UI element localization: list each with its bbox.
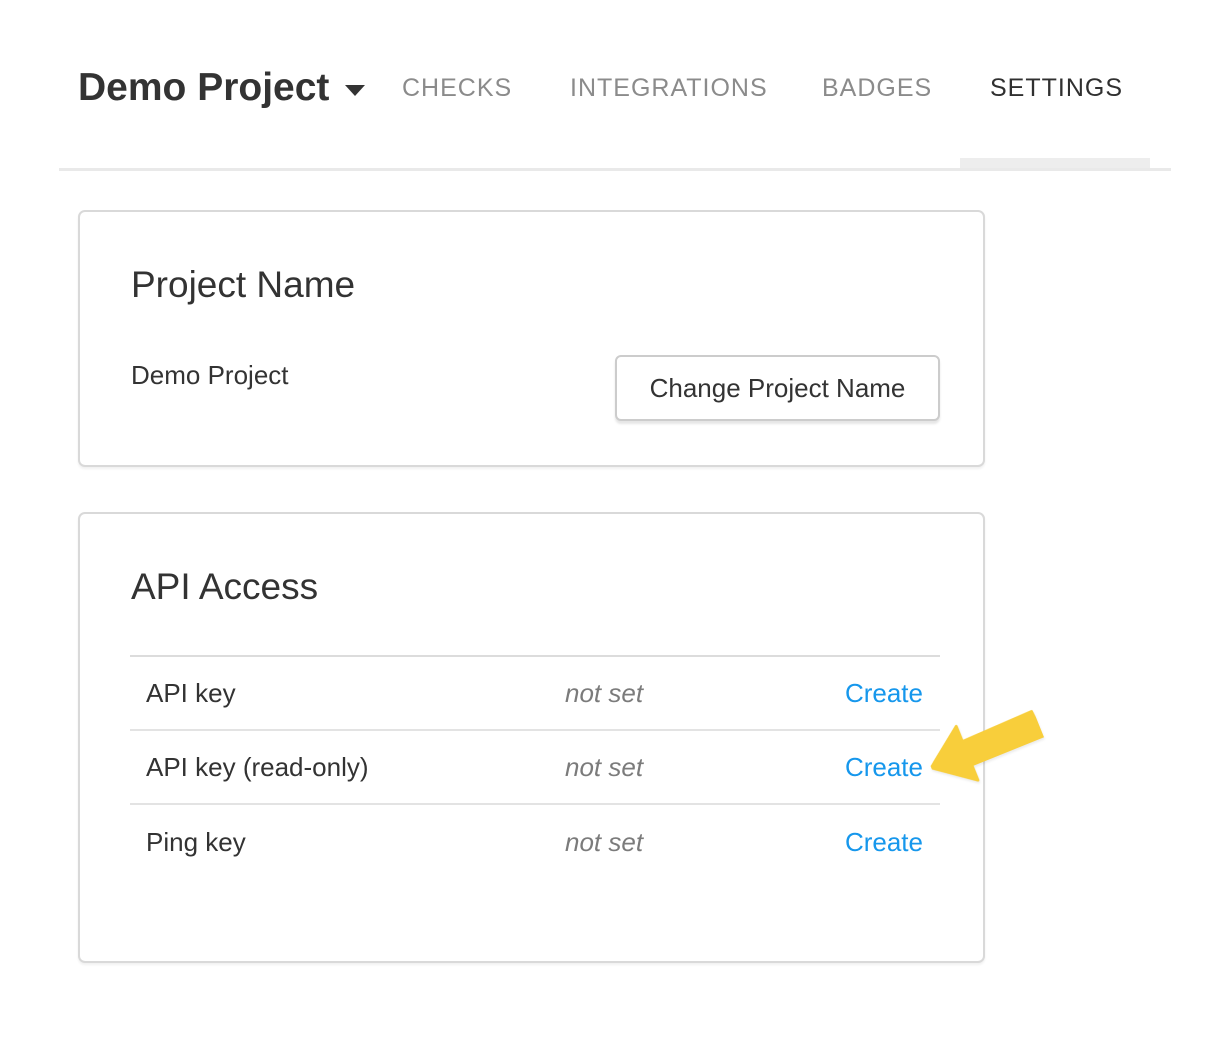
project-name-heading: Project Name bbox=[131, 265, 355, 306]
create-ping-key-link[interactable]: Create bbox=[845, 827, 923, 857]
api-access-heading: API Access bbox=[131, 567, 318, 608]
project-name-value: Demo Project bbox=[131, 360, 289, 391]
tab-badges[interactable]: BADGES bbox=[822, 76, 932, 101]
table-row-api-key: API key not set Create bbox=[130, 657, 940, 731]
api-key-readonly-value: not set bbox=[565, 752, 643, 783]
ping-key-value: not set bbox=[565, 827, 643, 858]
api-keys-table: API key not set Create API key (read-onl… bbox=[130, 655, 940, 879]
nav-divider bbox=[59, 168, 1171, 171]
ping-key-label: Ping key bbox=[130, 827, 565, 858]
caret-down-icon bbox=[345, 85, 365, 96]
table-row-api-key-readonly: API key (read-only) not set Create bbox=[130, 731, 940, 805]
tab-integrations[interactable]: INTEGRATIONS bbox=[570, 76, 768, 101]
change-project-name-button[interactable]: Change Project Name bbox=[615, 355, 940, 421]
api-key-label: API key bbox=[130, 678, 565, 709]
tab-checks[interactable]: CHECKS bbox=[402, 76, 512, 101]
api-access-card: API Access API key not set Create API ke… bbox=[78, 512, 985, 963]
tab-settings[interactable]: SETTINGS bbox=[990, 76, 1123, 101]
create-api-key-link[interactable]: Create bbox=[845, 678, 923, 708]
api-key-value: not set bbox=[565, 678, 643, 709]
project-switcher-dropdown[interactable]: Demo Project bbox=[78, 68, 365, 107]
table-row-ping-key: Ping key not set Create bbox=[130, 805, 940, 879]
create-api-key-readonly-link[interactable]: Create bbox=[845, 752, 923, 782]
api-key-readonly-label: API key (read-only) bbox=[130, 752, 565, 783]
project-name-card: Project Name Demo Project Change Project… bbox=[78, 210, 985, 467]
settings-page: Demo Project CHECKS INTEGRATIONS BADGES … bbox=[0, 0, 1220, 1059]
project-title: Demo Project bbox=[78, 68, 329, 107]
